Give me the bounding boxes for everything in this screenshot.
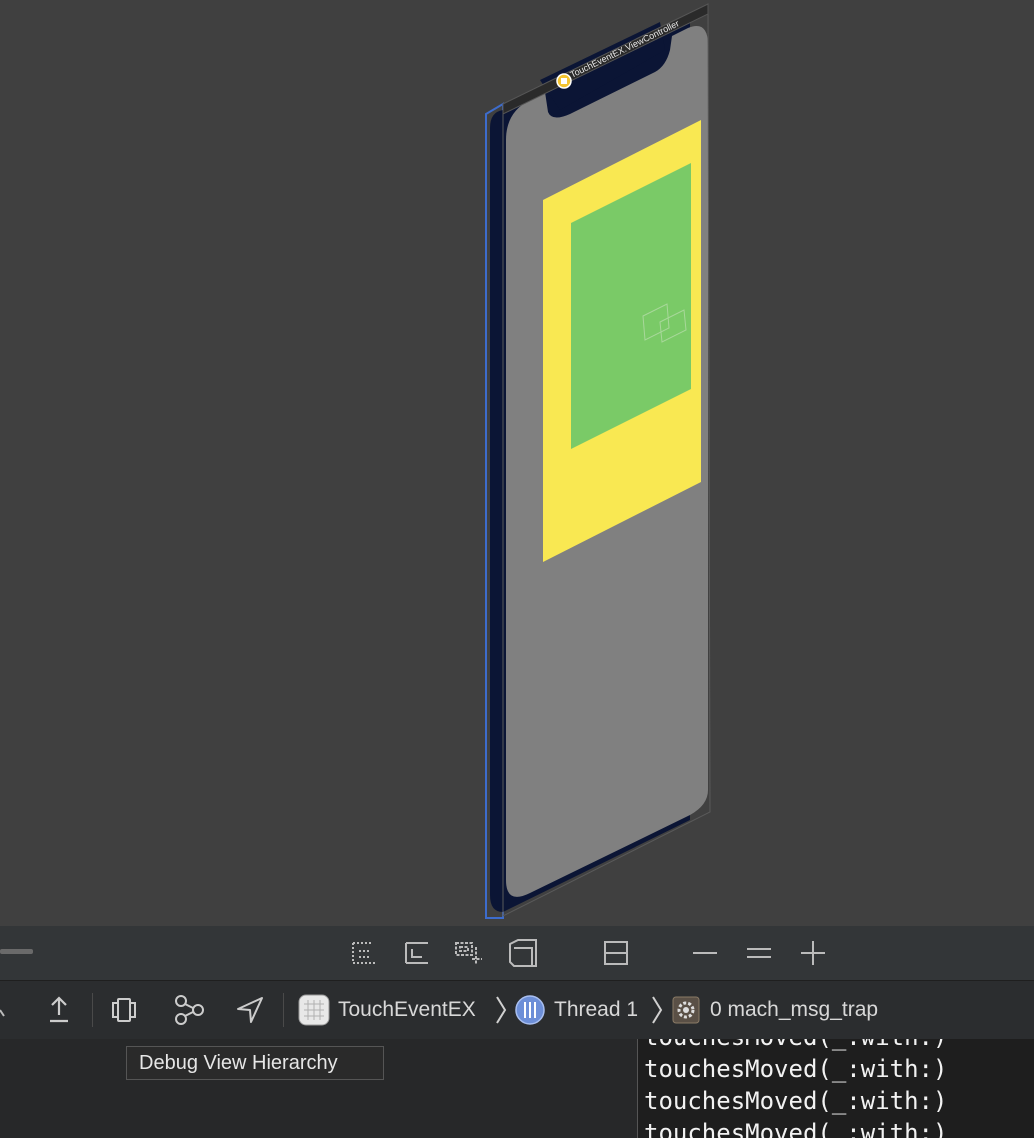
view-hierarchy-canvas[interactable]: TouchEventEX.ViewController [0,0,1034,926]
thread-icon [514,991,546,1029]
view-hierarchy-icon [112,998,136,1022]
breadcrumb-chevron-icon [652,996,663,1024]
zoom-out-button[interactable] [688,934,722,972]
console-line: touchesMoved(_:with:) [644,1055,948,1083]
wireframe-icon [604,941,628,965]
console-line: touchesMoved(_:with:) [638,1039,1034,1053]
zoom-in-icon [801,941,825,965]
show-constraints-icon [405,942,428,964]
console-line: touchesMoved(_:with:) [644,1087,948,1115]
toolbar-separator [92,993,93,1027]
layer-range-slider[interactable] [0,949,33,954]
console-output[interactable]: touchesMoved(_:with:) touchesMoved(_:wit… [637,1039,1034,1138]
zoom-actual-button[interactable] [742,934,776,972]
stack-frame-gear-icon [672,991,700,1029]
view-controller-badge-icon[interactable] [556,73,572,89]
adjust-view-mode-icon [455,942,482,965]
memory-graph-button[interactable] [170,991,206,1029]
breadcrumb-app[interactable]: TouchEventEX [338,990,476,1030]
debug-view-hierarchy-button[interactable] [108,991,140,1029]
tooltip: Debug View Hierarchy [126,1046,384,1080]
zoom-in-button[interactable] [796,934,830,972]
zoom-out-icon [693,952,717,954]
exploded-view-layers[interactable]: TouchEventEX.ViewController [0,0,1034,926]
simulate-location-button[interactable] [234,991,266,1029]
app-icon [298,991,330,1029]
console-line: touchesMoved(_:with:) [644,1119,948,1138]
show-clipped-button[interactable] [346,934,380,972]
chevron-down-icon[interactable] [0,991,10,1029]
adjust-view-mode-button[interactable] [450,934,486,972]
orient-3d-icon [509,939,537,967]
show-constraints-button[interactable] [400,934,434,972]
step-out-button[interactable] [44,991,74,1029]
show-clipped-icon [352,942,375,964]
location-arrow-icon [237,997,263,1023]
orient-3d-button[interactable] [505,934,541,972]
breadcrumb-chevron-icon [496,996,507,1024]
breadcrumb-thread[interactable]: Thread 1 [554,990,638,1030]
zoom-actual-icon [747,948,771,958]
wireframe-button[interactable] [600,934,632,972]
toolbar-separator [283,993,284,1027]
memory-graph-icon [175,995,204,1025]
debug-bar: TouchEventEX Thread 1 0 mach_msg_trap [0,981,1034,1040]
view-debugger-toolbar [0,926,1034,981]
breadcrumb-frame[interactable]: 0 mach_msg_trap [710,990,878,1030]
step-out-icon [50,996,68,1023]
